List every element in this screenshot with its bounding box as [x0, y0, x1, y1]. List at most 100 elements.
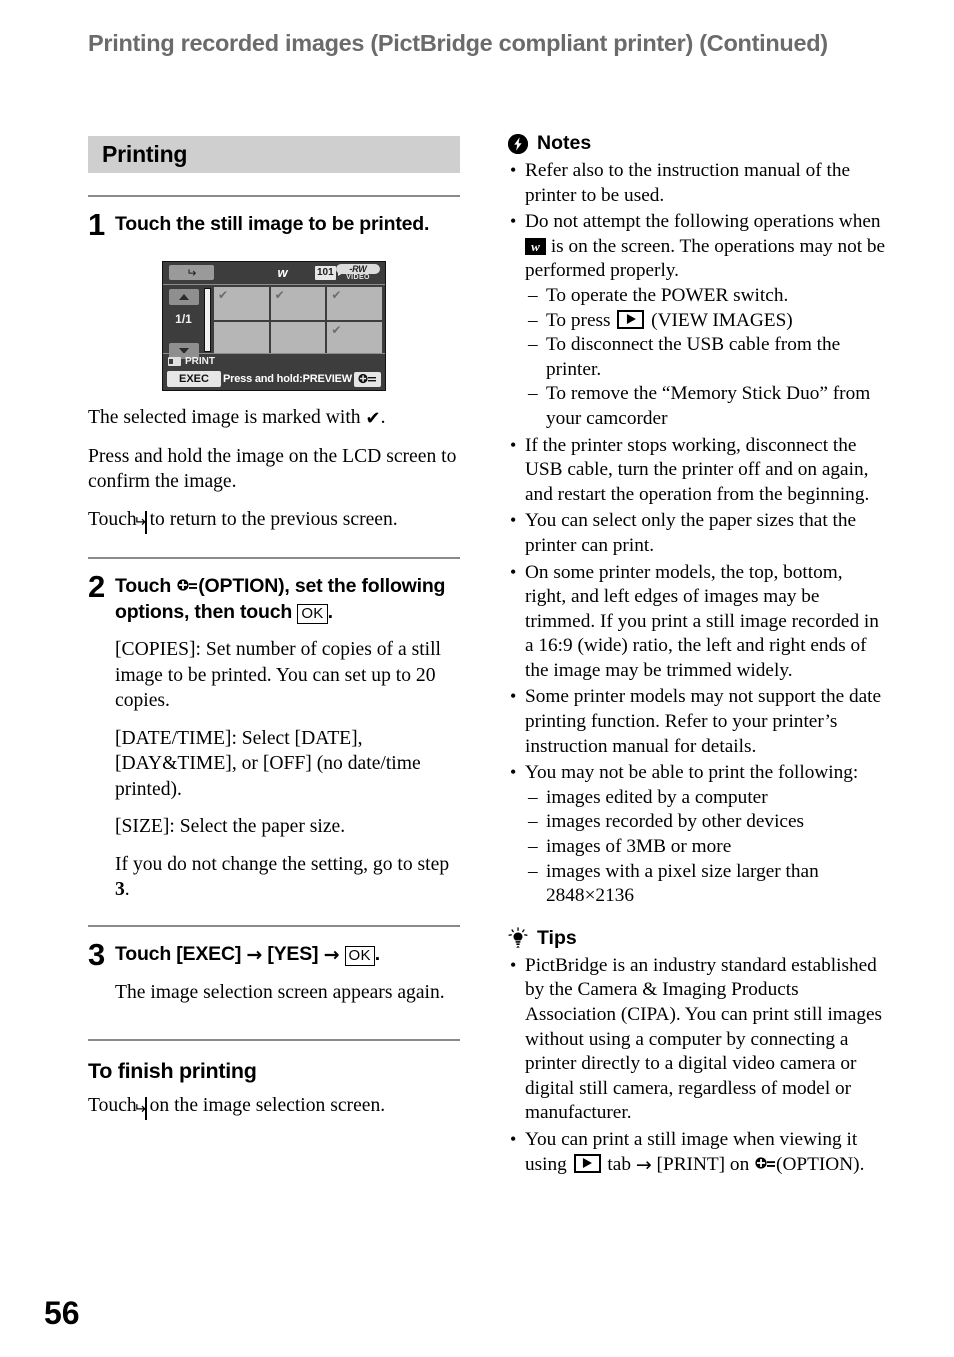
step-2-para-copies: [COPIES]: Set number of copies of a stil… [115, 639, 441, 711]
lcd-option-button [354, 371, 381, 387]
notes-list-2: If the printer stops working, disconnect… [508, 433, 888, 786]
lcd-thumbnail-cell [270, 287, 326, 320]
note-item: You can select only the paper sizes that… [508, 508, 888, 558]
rule-divider [88, 924, 460, 927]
step-2-title-pre: Touch [115, 575, 177, 597]
note-subitem: To disconnect the USB cable from the pri… [528, 333, 888, 382]
tips-heading-label: Tips [537, 926, 577, 949]
tips-heading: Tips [508, 927, 888, 950]
step-3-number: 3 [88, 936, 106, 972]
option-icon [754, 1156, 776, 1173]
lcd-print-tag-icon [168, 356, 181, 366]
finish-para-post: on the image selection screen. [149, 1095, 386, 1116]
arrow-right-icon: → [635, 1153, 652, 1176]
step-2-para-datetime: [DATE/TIME]: Select [DATE], [DAY&TIME], … [115, 727, 421, 800]
note-subitem: To remove the “Memory Stick Duo” from yo… [528, 382, 888, 431]
note-item-post: is on the screen. The operations may not… [525, 235, 886, 282]
step-1-para-1-post: . [380, 407, 386, 428]
step-1-para-3-post: to return to the previous screen. [149, 508, 398, 530]
lcd-return-button [169, 265, 214, 280]
step-3-title: Touch [EXEC] → [YES] → OK. [115, 941, 460, 968]
tips-list: PictBridge is an industry standard estab… [508, 953, 888, 1177]
note-subitem: images of 3MB or more [528, 835, 888, 860]
lcd-scroll-controls: 1/1 [165, 286, 202, 359]
note-subitem-pre: To press [546, 309, 616, 331]
lcd-thumbnail-cell [214, 287, 269, 320]
step-1-para-1-pre: The selected image is marked with [88, 407, 366, 428]
rule-divider [88, 1039, 460, 1041]
note-item-pre: Do not attempt the following operations … [525, 211, 881, 233]
note-item: You may not be able to print the followi… [508, 760, 888, 786]
return-key-icon [144, 1097, 147, 1120]
return-key-icon [144, 510, 147, 534]
step-2: 2 Touch (OPTION), set the following opti… [88, 569, 460, 903]
document-page: Printing recorded images (PictBridge com… [0, 0, 954, 1357]
check-icon: ✔ [365, 408, 381, 429]
step-2-title: Touch (OPTION), set the following option… [115, 573, 460, 625]
step-1-title: Touch the still image to be printed. [115, 213, 430, 235]
lcd-thumbnail-cell [214, 321, 269, 354]
subheading-to-finish-printing: To finish printing [88, 1059, 257, 1083]
pictbridge-icon: w [525, 237, 546, 255]
lcd-illustration-wrapper: w 101 -RW VIDEO 1/1 [88, 261, 460, 391]
tip-item-post: (OPTION). [776, 1153, 865, 1175]
step-1-number: 1 [88, 207, 106, 242]
note-subitem: images edited by a computer [528, 786, 888, 811]
tip-item: You can print a still image when viewing… [508, 1127, 888, 1177]
left-column: Printing 1 Touch the still image to be p… [88, 136, 460, 1122]
lcd-disc-mode: VIDEO [346, 274, 370, 281]
step-3-title-pre: Touch [EXEC] [115, 942, 247, 965]
tips-icon [508, 927, 528, 949]
lcd-exec-button: EXEC [167, 371, 221, 387]
step-3: 3 Touch [EXEC] → [YES] → OK. The image s… [88, 936, 460, 1006]
note-subitem-post: (VIEW IMAGES) [646, 309, 793, 331]
section-heading-printing: Printing [88, 136, 460, 173]
notes-sublist-1: To operate the POWER switch. To press (V… [508, 284, 888, 432]
lcd-disc-indicator: -RW VIDEO [336, 264, 380, 282]
lcd-disc-type: -RW [336, 264, 380, 274]
note-subitem: images with a pixel size larger than 284… [528, 860, 888, 909]
step-2-step-reference: 3 [115, 879, 125, 900]
step-2-para-goto-text: If you do not change the setting, go to … [115, 853, 450, 875]
lcd-print-label: PRINT [185, 355, 215, 367]
lcd-hold-hint: Press and hold:PREVIEW [223, 373, 352, 385]
view-images-icon [617, 309, 645, 329]
step-3-para-1: The image selection screen appears again… [115, 981, 445, 1003]
step-3-title-post: . [374, 942, 381, 965]
note-item: Refer also to the instruction manual of … [508, 158, 888, 208]
step-2-para-goto: If you do not change the setting, go to … [115, 852, 460, 903]
note-subitem: To press (VIEW IMAGES) [528, 309, 888, 334]
page-number: 56 [44, 1295, 80, 1331]
note-subitem: images recorded by other devices [528, 810, 888, 835]
option-icon [176, 576, 198, 593]
lcd-folder-number: 101 [315, 266, 336, 280]
note-item: Do not attempt the following operations … [508, 209, 888, 284]
notes-heading-label: Notes [537, 132, 592, 154]
rule-divider [88, 195, 460, 197]
arrow-right-icon: → [246, 943, 263, 966]
step-2-title-post: . [327, 601, 333, 623]
lcd-scrollbar [204, 288, 211, 352]
lcd-print-label-row: PRINT [163, 353, 385, 368]
lcd-pictbridge-icon: w [277, 265, 288, 280]
lcd-thumbnail-cell [327, 321, 382, 354]
step-1-para-3: Touch to return to the previous screen. [88, 507, 460, 536]
running-head: Printing recorded images (PictBridge com… [88, 30, 828, 56]
tip-item: PictBridge is an industry standard estab… [508, 953, 888, 1126]
step-2-para-goto-post: . [124, 879, 130, 900]
lcd-status-bar: w 101 -RW VIDEO [163, 262, 385, 285]
step-3-title-mid: [YES] [262, 942, 324, 965]
lcd-bottom-bar: EXEC Press and hold:PREVIEW [163, 368, 385, 390]
view-images-icon [573, 1153, 601, 1173]
lcd-thumbnail-cell [327, 287, 382, 320]
step-1-para-2: Press and hold the image on the LCD scre… [88, 445, 457, 493]
notes-heading: Notes [508, 132, 888, 155]
notes-list-1: Refer also to the instruction manual of … [508, 158, 888, 284]
lcd-page-indicator: 1/1 [175, 312, 192, 326]
notes-sublist-2: images edited by a computer images recor… [508, 786, 888, 909]
step-2-number: 2 [88, 569, 106, 604]
note-item: On some printer models, the top, bottom,… [508, 560, 888, 684]
step-1-para-1: The selected image is marked with ✔. [88, 405, 460, 432]
svg-text:w: w [531, 239, 540, 254]
note-item: Some printer models may not support the … [508, 684, 888, 759]
